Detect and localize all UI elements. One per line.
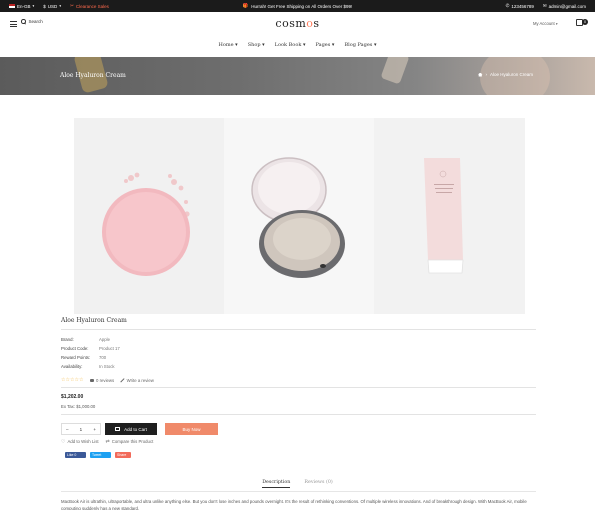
heart-icon: ♡	[61, 438, 66, 445]
twitter-tweet-button[interactable]: Tweet	[90, 452, 111, 458]
mail-icon: ✉	[542, 3, 547, 8]
tab-reviews[interactable]: Reviews (0)	[304, 480, 332, 488]
decrease-quantity-button[interactable]: –	[66, 427, 69, 432]
breadcrumb: › Aloe Hyaluron Cream	[478, 72, 533, 77]
breadcrumb-separator: ›	[485, 72, 488, 77]
rating-stars: ☆☆☆☆☆	[61, 378, 84, 383]
spec-value-product-code: Product 17	[99, 346, 120, 351]
product-description: MacBook Air is ultrathin, ultraportable,…	[61, 499, 527, 510]
spec-label-brand: Brand:	[61, 337, 74, 342]
spec-value-availability: In Stock	[99, 364, 115, 369]
product-price: $1,202.00	[61, 394, 84, 400]
reviews-count: 0 reviews	[96, 378, 115, 383]
facebook-like-button[interactable]: Like 0	[65, 452, 86, 458]
increase-quantity-button[interactable]: +	[93, 427, 96, 432]
product-tabs: Description Reviews (0)	[0, 480, 595, 488]
account-label: My Account	[533, 21, 555, 26]
logo-text-suffix: s	[313, 17, 320, 30]
spec-label-reward-points: Reward Points:	[61, 355, 91, 360]
share-button[interactable]: Share	[115, 452, 131, 458]
add-to-cart-button[interactable]: Add to Cart	[105, 423, 157, 435]
product-actions: ♡ Add to Wish List ⇄ Compare this Produc…	[61, 439, 153, 444]
breadcrumb-current[interactable]: Aloe Hyaluron Cream	[490, 72, 533, 77]
nav-item-shop[interactable]: Shop ▾	[248, 42, 265, 50]
wishlist-label: Add to Wish List	[67, 439, 99, 444]
chevron-down-icon: ▾	[555, 22, 558, 26]
add-to-wishlist-link[interactable]: ♡ Add to Wish List	[61, 439, 99, 444]
nav-label: Pages	[315, 42, 331, 48]
nav-label: Home	[218, 42, 234, 48]
main-nav: Home ▾ Shop ▾ Look Book ▾ Pages ▾ Blog P…	[0, 42, 595, 50]
add-to-cart-label: Add to Cart	[124, 426, 147, 432]
compare-product-link[interactable]: ⇄ Compare this Product	[106, 439, 154, 444]
my-account-dropdown[interactable]: My Account ▾	[533, 21, 558, 26]
nav-item-pages[interactable]: Pages ▾	[315, 42, 334, 50]
promo-text: Hurrah! Get Free Shipping on All Orders …	[251, 3, 353, 9]
nav-item-look-book[interactable]: Look Book ▾	[275, 42, 306, 50]
quantity-stepper[interactable]: – 1 +	[61, 423, 101, 435]
tab-description[interactable]: Description	[262, 480, 291, 488]
rating-row: ☆☆☆☆☆ 0 reviews Write a review	[61, 378, 154, 383]
divider	[61, 329, 536, 330]
quantity-value[interactable]: 1	[80, 427, 83, 432]
product-title: Aloe Hyaluron Cream	[61, 317, 127, 324]
spec-label-availability: Availability:	[61, 364, 83, 369]
nav-label: Look Book	[274, 42, 302, 48]
site-header: Search cosmos My Account ▾ 0	[0, 12, 595, 36]
product-image-highlighter-compact[interactable]	[224, 118, 374, 314]
top-bar-right: ✆ 123456789 ✉ admin@gmail.com	[506, 0, 586, 12]
phone-icon: ✆	[505, 3, 510, 8]
banner-decoration	[380, 57, 410, 85]
comment-icon	[89, 378, 95, 383]
compare-icon: ⇄	[105, 438, 110, 445]
phone-link[interactable]: ✆ 123456789	[506, 3, 534, 9]
spec-value-brand[interactable]: Apple	[99, 337, 110, 342]
cart-icon	[115, 427, 121, 431]
gift-icon: 🎁	[242, 3, 249, 8]
email-link[interactable]: ✉ admin@gmail.com	[543, 3, 586, 9]
divider	[61, 414, 536, 415]
home-icon[interactable]	[478, 72, 483, 77]
write-review-link[interactable]: Write a review	[120, 378, 154, 383]
spec-label-product-code: Product Code:	[61, 346, 89, 351]
reviews-link[interactable]: 0 reviews	[89, 378, 115, 383]
buy-now-button[interactable]: Buy Now	[165, 423, 218, 435]
phone-number: 123456789	[511, 3, 534, 9]
nav-label: Shop	[247, 42, 261, 48]
pencil-icon	[120, 378, 125, 383]
product-image-compact-powder[interactable]	[74, 118, 224, 314]
divider	[61, 387, 536, 388]
page-banner: Aloe Hyaluron Cream › Aloe Hyaluron Crea…	[0, 57, 595, 95]
nav-item-blog-pages[interactable]: Blog Pages ▾	[344, 42, 376, 50]
write-review-label: Write a review	[126, 378, 154, 383]
logo-text-prefix: cosm	[275, 17, 307, 30]
page-title: Aloe Hyaluron Cream	[60, 72, 126, 79]
compare-label: Compare this Product	[111, 439, 154, 444]
ex-tax-price: Ex Tax: $1,000.00	[61, 404, 96, 409]
product-gallery	[74, 118, 525, 314]
nav-label: Blog Pages	[344, 42, 373, 48]
social-share: Like 0 Tweet Share	[65, 452, 131, 458]
cart-count-badge: 0	[582, 18, 588, 25]
tabs-divider	[61, 491, 536, 492]
product-image-cream-tube[interactable]	[374, 118, 525, 314]
nav-item-home[interactable]: Home ▾	[219, 42, 238, 50]
spec-value-reward-points: 700	[99, 355, 107, 360]
email-address: admin@gmail.com	[548, 3, 586, 9]
top-bar: En-GB ▾ $ USD ▾ ✂ Clearance Sales 🎁 Hurr…	[0, 0, 595, 12]
site-logo[interactable]: cosmos	[0, 17, 595, 30]
